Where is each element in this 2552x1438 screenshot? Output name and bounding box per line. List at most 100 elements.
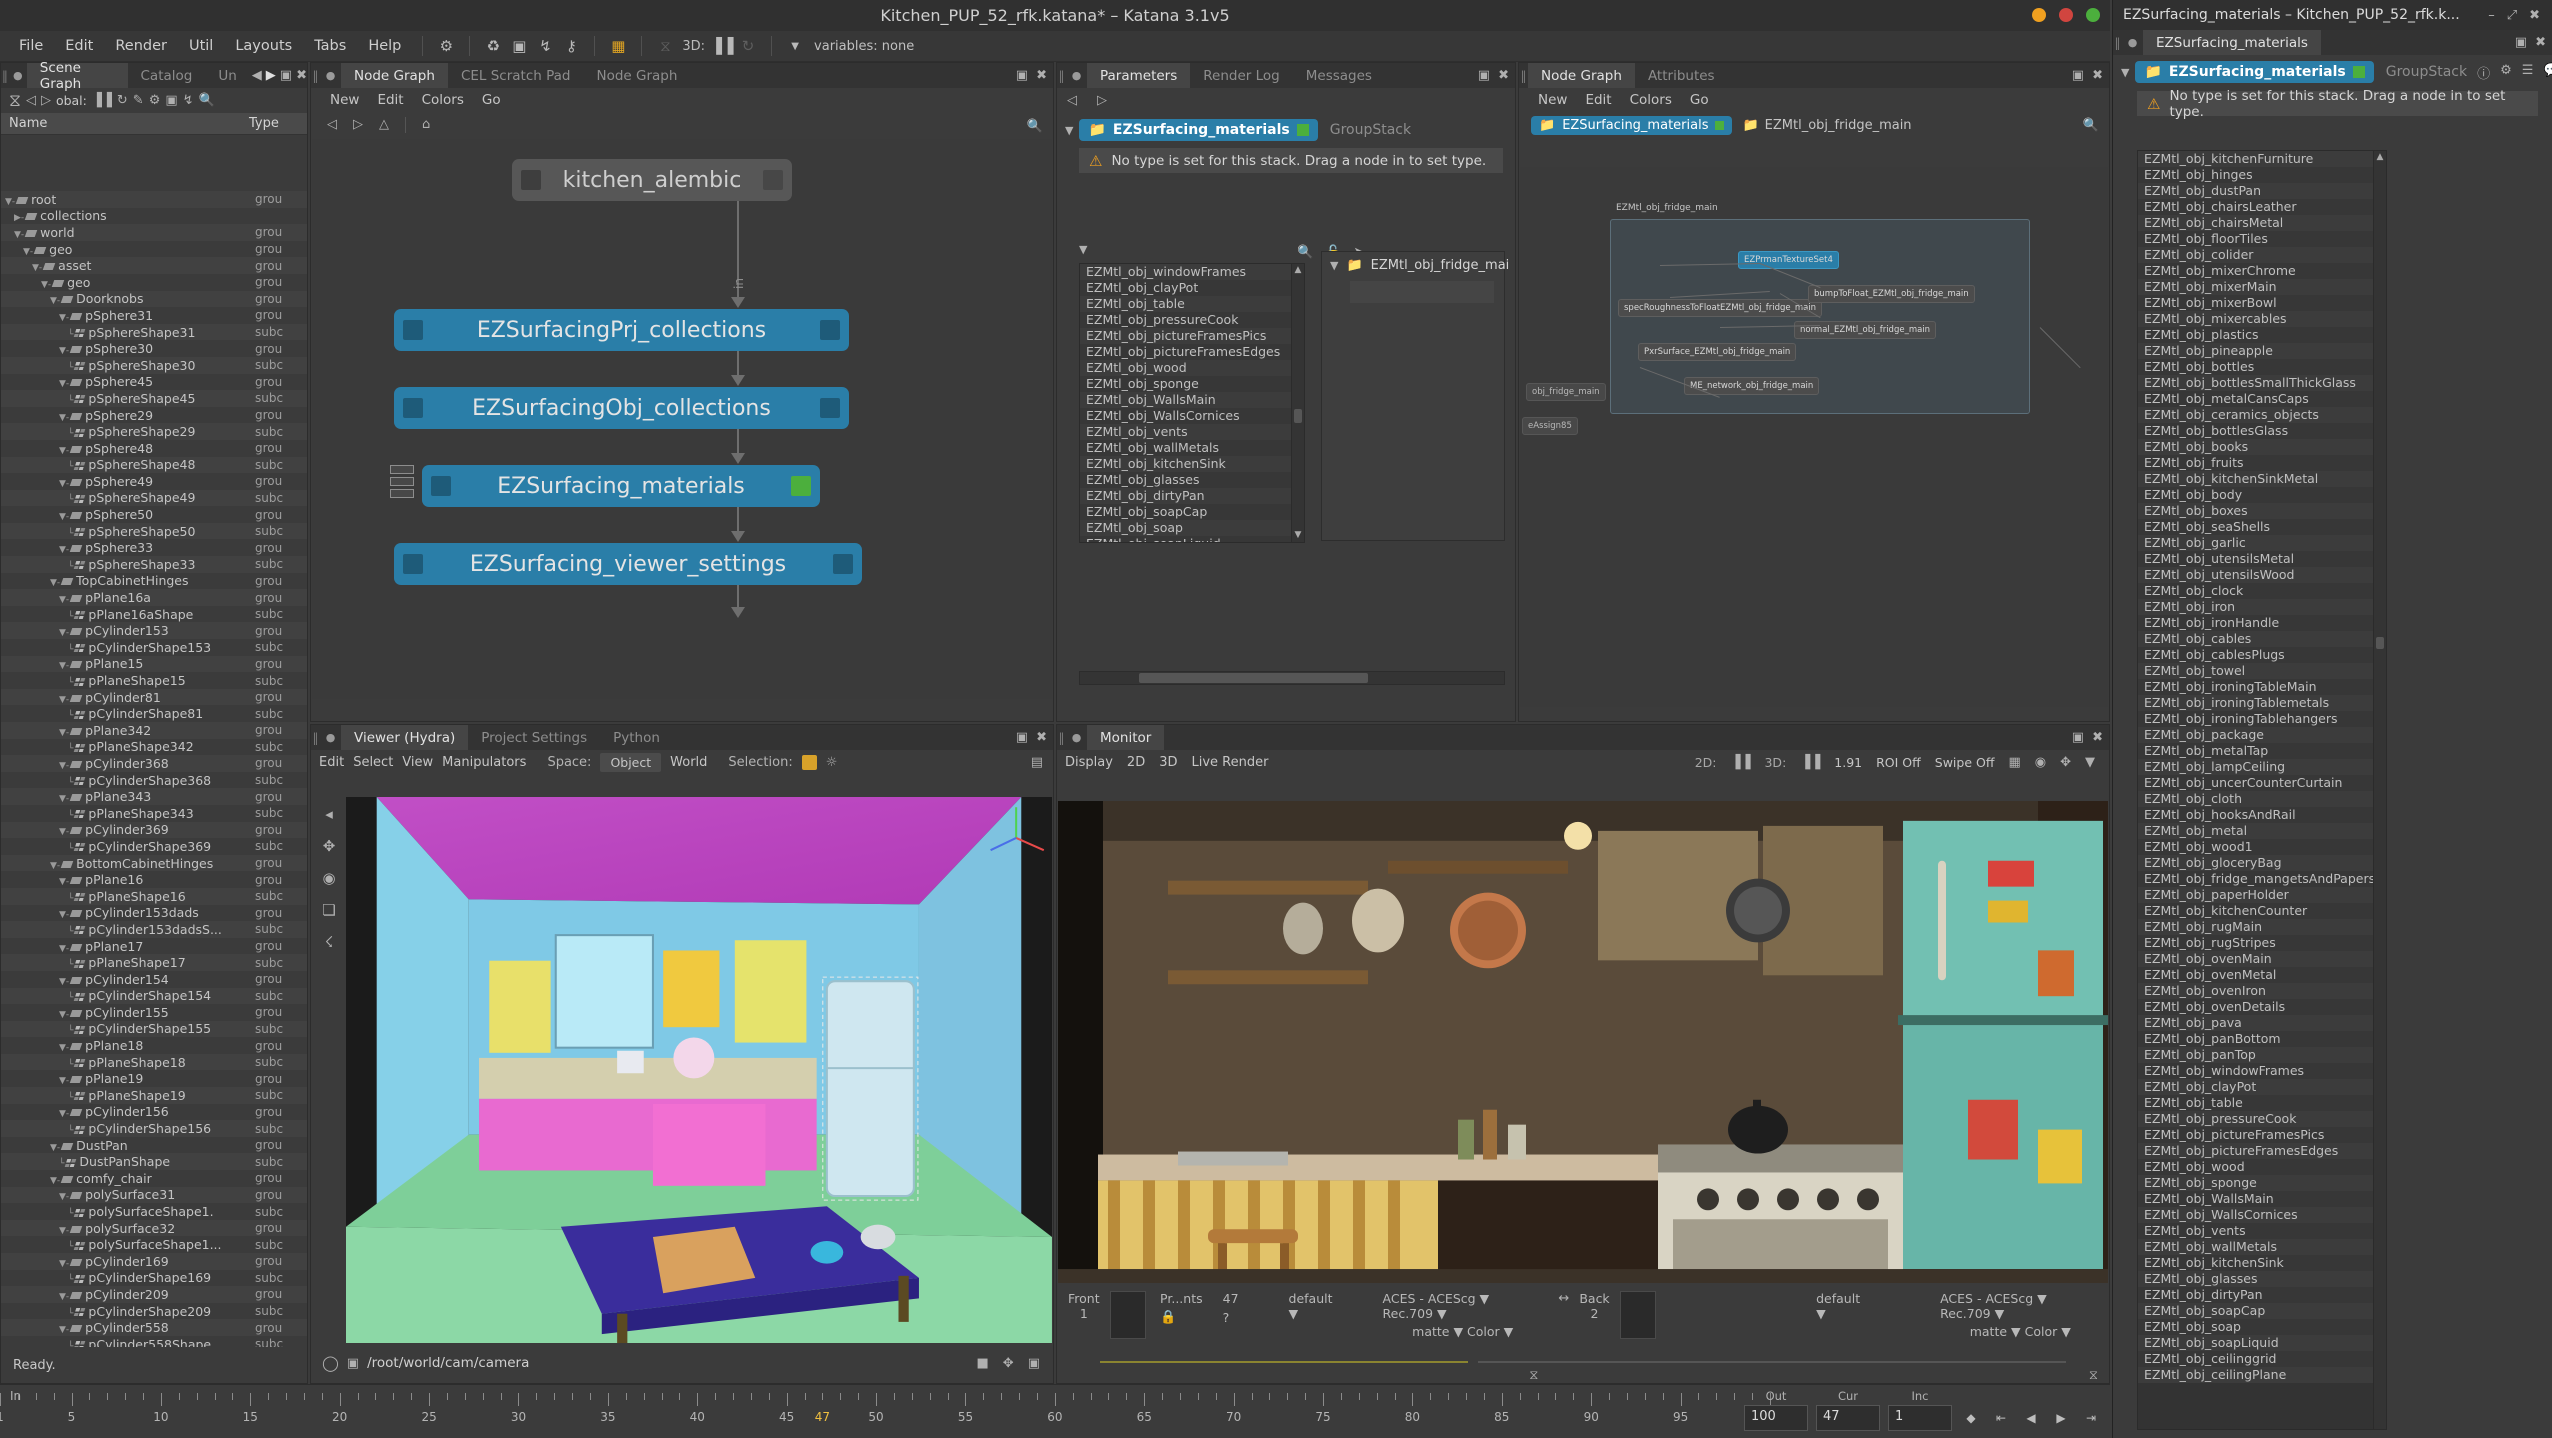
scene-graph-row[interactable]: ▼-pSphere48grou xyxy=(1,440,307,457)
scene-graph-row[interactable]: ▼-pCylinder558grou xyxy=(1,1319,307,1336)
node-input-port[interactable] xyxy=(521,170,541,190)
step-forward-icon[interactable]: ▶ xyxy=(2050,1405,2072,1431)
katana-spiral-icon[interactable]: ⧖ xyxy=(9,91,21,111)
material-list-item[interactable]: EZMtl_obj_ovenMain xyxy=(2138,951,2386,967)
parameters-close-icon[interactable]: ✖ xyxy=(1498,68,1509,83)
back-spiral-icon[interactable]: ⧖ xyxy=(2089,1368,2098,1383)
material-list-item[interactable]: EZMtl_obj_WallsMain xyxy=(1080,392,1304,408)
scene-graph-row[interactable]: ▼-pCylinder153dadsgrou xyxy=(1,905,307,922)
scene-graph-row[interactable]: ▼-polySurface32grou xyxy=(1,1220,307,1237)
secondary-menu-icon[interactable]: ● xyxy=(2122,30,2143,55)
scene-graph-row[interactable]: ▼-pCylinder209grou xyxy=(1,1286,307,1303)
menu-util[interactable]: Util xyxy=(178,35,224,57)
twirl-down-icon[interactable]: ▼- xyxy=(59,512,69,522)
twirl-down-icon[interactable]: ▼- xyxy=(59,413,69,423)
graph-node[interactable]: EZSurfacingObj_collections xyxy=(394,387,849,429)
material-list-item[interactable]: EZMtl_obj_windowFrames xyxy=(1080,264,1304,280)
node-graph-close-icon[interactable]: ✖ xyxy=(1036,68,1047,83)
material-list-item[interactable]: EZMtl_obj_WallsMain xyxy=(2138,1191,2386,1207)
twirl-down-icon[interactable]: ▼- xyxy=(23,247,33,257)
scene-graph-tree[interactable]: ▼-rootgrou▶-collections▼-worldgrou▼-geog… xyxy=(1,191,307,1347)
material-list-item[interactable]: EZMtl_obj_colider xyxy=(2138,247,2386,263)
expand-arrow-icon[interactable]: ▼ xyxy=(1065,124,1073,137)
ng-home-icon[interactable]: ⌂ xyxy=(422,117,430,132)
scene-graph-row[interactable]: └pPlaneShape18subc xyxy=(1,1054,307,1071)
scene-graph-row[interactable]: ▼-pPlane343grou xyxy=(1,788,307,805)
monitor-menu-3d[interactable]: 3D xyxy=(1159,755,1177,770)
twirl-down-icon[interactable]: ▼- xyxy=(59,479,69,489)
shading-node-side[interactable]: obj_fridge_main xyxy=(1526,383,1606,401)
menu-file[interactable]: File xyxy=(8,35,54,57)
scene-graph-row[interactable]: ▼-pCylinder369grou xyxy=(1,822,307,839)
scene-graph-row[interactable]: ▼-pCylinder155grou xyxy=(1,1004,307,1021)
scrollbar-thumb[interactable] xyxy=(2376,637,2384,649)
twirl-down-icon[interactable]: ▼- xyxy=(59,313,69,323)
snapshot-icon[interactable]: ▣ xyxy=(165,93,177,108)
shading-node[interactable]: bumpToFloat_EZMtl_obj_fridge_main xyxy=(1808,285,1975,303)
secondary-minimize-icon[interactable]: – xyxy=(2488,8,2495,23)
scene-graph-row[interactable]: └pSphereShape29subc xyxy=(1,423,307,440)
monitor-3d-pause-icon[interactable]: ▐▐ xyxy=(1800,755,1820,770)
menu-edit-ng[interactable]: Edit xyxy=(368,90,412,110)
param-forward-icon[interactable]: ▷ xyxy=(1097,93,1107,108)
secondary-comment-icon[interactable]: 💬 xyxy=(2543,63,2552,82)
scale-tool-icon[interactable]: ❏ xyxy=(322,901,335,919)
material-list-item[interactable]: EZMtl_obj_chairsLeather xyxy=(2138,199,2386,215)
scene-graph-row[interactable]: └pCylinderShape368subc xyxy=(1,772,307,789)
back-default-dropdown[interactable]: default ▼ xyxy=(1816,1291,1860,1321)
viewport-3d-render[interactable] xyxy=(346,797,1052,1343)
camera-lock-icon[interactable]: ◯ xyxy=(322,1354,339,1372)
material-list-item[interactable]: EZMtl_obj_table xyxy=(2138,1095,2386,1111)
material-list-item[interactable]: EZMtl_obj_chairsMetal xyxy=(2138,215,2386,231)
shading-node-side[interactable]: eAssign85 xyxy=(1522,417,1578,435)
material-list-item[interactable]: EZMtl_obj_soap xyxy=(2138,1319,2386,1335)
scene-graph-row[interactable]: ▼-pSphere29grou xyxy=(1,407,307,424)
secondary-float-icon[interactable]: ▣ xyxy=(2515,35,2527,50)
material-list-item[interactable]: EZMtl_obj_sponge xyxy=(1080,376,1304,392)
panel-menu-icon[interactable]: ● xyxy=(9,63,27,88)
tab-node-graph-2[interactable]: Node Graph xyxy=(583,63,690,88)
secondary-material-list[interactable]: EZMtl_obj_kitchenFurnitureEZMtl_obj_hing… xyxy=(2137,150,2387,1430)
detail-expand-icon[interactable]: ▼ xyxy=(1330,259,1338,272)
monitor-chevron-icon[interactable]: ▼ xyxy=(2085,755,2095,770)
monitor-scale[interactable]: 1.91 xyxy=(1834,755,1862,770)
scene-graph-row[interactable]: └pPlaneShape16subc xyxy=(1,888,307,905)
scene-graph-row[interactable]: └pPlaneShape342subc xyxy=(1,739,307,756)
ng-search-icon[interactable]: 🔍 xyxy=(1027,119,1043,134)
jump-end-icon[interactable]: ⇥ xyxy=(2080,1405,2102,1431)
panel-grip-icon-3[interactable]: ‖ xyxy=(1057,63,1066,88)
tab-cel-scratch-pad[interactable]: CEL Scratch Pad xyxy=(448,63,584,88)
material-list-item[interactable]: EZMtl_obj_utensilsMetal xyxy=(2138,551,2386,567)
material-list-item[interactable]: EZMtl_obj_kitchenFurniture xyxy=(2138,151,2386,167)
help-icon[interactable]: ⓘ xyxy=(2477,63,2490,82)
material-list-item[interactable]: EZMtl_obj_plastics xyxy=(2138,327,2386,343)
camera-icon[interactable]: ▣ xyxy=(347,1356,359,1371)
twirl-down-icon[interactable]: ▼- xyxy=(59,977,69,987)
space-world-button[interactable]: World xyxy=(670,755,707,770)
ng2-search-icon[interactable]: 🔍 xyxy=(2083,118,2099,133)
maximize-icon[interactable] xyxy=(2059,8,2073,22)
twirl-down-icon[interactable]: ▼- xyxy=(50,1143,60,1153)
twirl-down-icon[interactable]: ▼- xyxy=(59,595,69,605)
pause-scenegraph-icon[interactable]: ▐▐ xyxy=(92,93,112,108)
twirl-down-icon[interactable]: ▼- xyxy=(59,794,69,804)
front-default-dropdown[interactable]: default ▼ xyxy=(1289,1291,1333,1321)
panel-grip-icon-4[interactable]: ‖ xyxy=(1519,63,1528,88)
material-list-item[interactable]: EZMtl_obj_ceilingPlane xyxy=(2138,1367,2386,1383)
tab-messages[interactable]: Messages xyxy=(1293,63,1385,88)
node-graph-float-icon[interactable]: ▣ xyxy=(1016,68,1028,83)
viewer-menu-select[interactable]: Select xyxy=(353,755,393,770)
graph-node[interactable]: EZSurfacingPrj_collections xyxy=(394,309,849,351)
twirl-down-icon[interactable]: ▼- xyxy=(59,1325,69,1335)
material-list-item[interactable]: EZMtl_obj_metalCansCaps xyxy=(2138,391,2386,407)
pencil-icon[interactable]: ✎ xyxy=(133,93,144,108)
twirl-down-icon[interactable]: ▼- xyxy=(59,1076,69,1086)
material-list-item[interactable]: EZMtl_obj_package xyxy=(2138,727,2386,743)
scene-graph-row[interactable]: └pPlaneShape343subc xyxy=(1,805,307,822)
scene-graph-row[interactable]: ▼-geogrou xyxy=(1,241,307,258)
material-list-item[interactable]: EZMtl_obj_sponge xyxy=(2138,1175,2386,1191)
monitor-menu-live-render[interactable]: Live Render xyxy=(1191,755,1268,770)
twirl-down-icon[interactable]: ▼- xyxy=(32,263,42,273)
material-list-item[interactable]: EZMtl_obj_ceramics_objects xyxy=(2138,407,2386,423)
front-matte-dropdown[interactable]: matte ▼ Color ▼ xyxy=(1412,1324,1513,1339)
